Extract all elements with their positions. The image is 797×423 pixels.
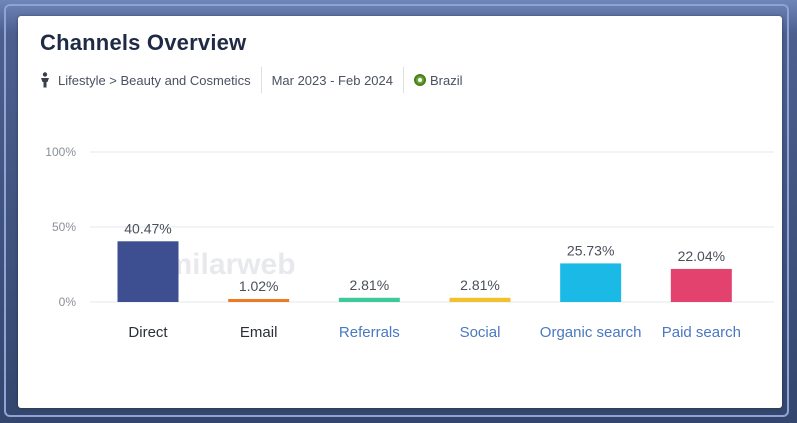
category-label[interactable]: Organic search [540, 324, 642, 341]
bar-organic-search [560, 263, 622, 302]
value-label: 40.47% [124, 220, 171, 236]
y-tick-label: 0% [59, 295, 77, 309]
category-label[interactable]: Referrals [339, 324, 400, 341]
bar-referrals [338, 297, 400, 302]
channels-bar-chart: similarweb0%50%100%40.47%Direct1.02%Emai… [45, 145, 774, 341]
y-tick-label: 100% [45, 145, 76, 159]
category-label[interactable]: Paid search [662, 324, 741, 341]
category-label: Email [240, 324, 278, 341]
bar-social [449, 297, 511, 302]
value-label: 2.81% [460, 277, 500, 293]
value-label: 1.02% [239, 278, 279, 294]
bar-direct [117, 241, 179, 302]
category-label[interactable]: Social [460, 324, 501, 341]
value-label: 2.81% [349, 277, 389, 293]
y-tick-label: 50% [52, 220, 76, 234]
value-label: 22.04% [678, 248, 725, 264]
category-label: Direct [128, 324, 168, 341]
channels-overview-card: Channels Overview Lifestyle > Beauty and… [18, 16, 782, 408]
bar-email [228, 299, 290, 302]
value-label: 25.73% [567, 242, 614, 258]
bar-paid-search [670, 268, 732, 302]
